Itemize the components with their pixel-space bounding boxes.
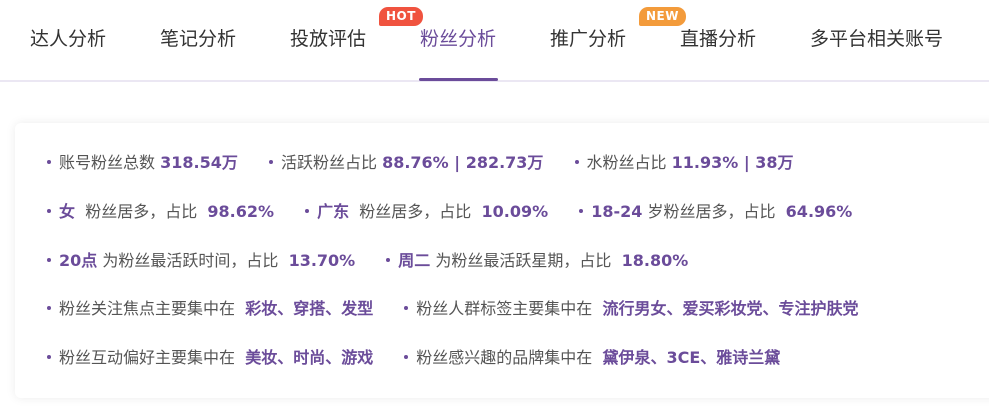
stat-value: 88.76% | 282.73万 xyxy=(382,153,544,172)
tab-multi-platform-accounts[interactable]: 多平台相关账号 xyxy=(810,27,943,51)
stat-value: 女 xyxy=(59,202,76,221)
stat-percent: 98.62% xyxy=(207,202,275,221)
stat-region: 广东 粉丝居多，占比 10.09% xyxy=(305,200,548,224)
bullet-dot xyxy=(386,257,391,262)
bullet-dot xyxy=(47,208,51,213)
stat-total-fans: 账号粉丝总数 318.54万 xyxy=(47,151,238,175)
stat-audience-tags: 粉丝人群标签主要集中在 流行男女、爱买彩妆党、专注护肤党 xyxy=(404,297,859,321)
stats-row-preferences: 粉丝互动偏好主要集中在 美妆、时尚、游戏 粉丝感兴趣的品牌集中在 黛伊泉、3CE… xyxy=(47,346,806,370)
stat-percent: 10.09% xyxy=(481,202,549,221)
stat-value: 20点 xyxy=(59,251,98,270)
stat-label: 活跃粉丝占比 xyxy=(280,153,377,172)
stat-label: 为粉丝最活跃时间，占比 xyxy=(102,251,279,270)
tab-promotion-analysis[interactable]: 推广分析 xyxy=(550,27,626,51)
stats-row-activity: 20点 为粉丝最活跃时间，占比 13.70% 周二 为粉丝最活跃星期，占比 18… xyxy=(47,249,714,273)
stat-value: 黛伊泉、3CE、雅诗兰黛 xyxy=(602,348,781,367)
stat-value: 318.54万 xyxy=(160,153,238,172)
bullet-dot xyxy=(47,305,51,310)
tab-live-analysis[interactable]: 直播分析 xyxy=(680,27,756,51)
stat-label: 粉丝互动偏好主要集中在 xyxy=(59,348,236,367)
stat-value: 流行男女、爱买彩妆党、专注护肤党 xyxy=(602,299,859,318)
bullet-dot xyxy=(404,354,409,359)
bullet-dot xyxy=(305,208,310,213)
stat-gender: 女 粉丝居多，占比 98.62% xyxy=(47,200,274,224)
bullet-dot xyxy=(268,159,273,164)
stat-interaction-preference: 粉丝互动偏好主要集中在 美妆、时尚、游戏 xyxy=(47,346,373,370)
stat-value: 广东 xyxy=(317,202,350,221)
stats-row-interests: 粉丝关注焦点主要集中在 彩妆、穿搭、发型 粉丝人群标签主要集中在 流行男女、爱买… xyxy=(47,297,885,321)
fan-summary-card: 账号粉丝总数 318.54万 活跃粉丝占比 88.76% | 282.73万 水… xyxy=(15,123,989,398)
stat-active-weekday: 周二 为粉丝最活跃星期，占比 18.80% xyxy=(386,249,688,273)
stat-label: 水粉丝占比 xyxy=(586,153,667,172)
bullet-dot xyxy=(579,208,584,213)
stat-focus-topics: 粉丝关注焦点主要集中在 彩妆、穿搭、发型 xyxy=(47,297,373,321)
new-badge: NEW xyxy=(639,7,686,26)
stat-label: 粉丝感兴趣的品牌集中在 xyxy=(416,348,593,367)
stat-label: 粉丝关注焦点主要集中在 xyxy=(59,299,236,318)
stat-percent: 13.70% xyxy=(288,251,356,270)
stat-percent: 18.80% xyxy=(621,251,689,270)
bullet-dot xyxy=(47,257,51,262)
tab-bar: 达人分析 笔记分析 投放评估 HOT 粉丝分析 推广分析 NEW 直播分析 多平… xyxy=(0,0,989,82)
bullet-dot xyxy=(47,159,51,164)
stat-label: 粉丝居多，占比 xyxy=(85,202,198,221)
stat-value: 彩妆、穿搭、发型 xyxy=(245,299,374,318)
stats-row-totals: 账号粉丝总数 318.54万 活跃粉丝占比 88.76% | 282.73万 水… xyxy=(47,151,820,175)
stat-active-hour: 20点 为粉丝最活跃时间，占比 13.70% xyxy=(47,249,355,273)
stat-value: 美妆、时尚、游戏 xyxy=(245,348,374,367)
stat-value: 18-24 xyxy=(591,202,643,221)
hot-badge: HOT xyxy=(379,7,423,26)
tab-fan-analysis[interactable]: 粉丝分析 xyxy=(420,27,496,51)
stat-percent: 64.96% xyxy=(785,202,853,221)
stat-fake-fans: 水粉丝占比 11.93% | 38万 xyxy=(574,151,794,175)
tab-note-analysis[interactable]: 笔记分析 xyxy=(160,27,236,51)
stat-value: 周二 xyxy=(398,251,431,270)
stat-label: 账号粉丝总数 xyxy=(59,153,156,172)
active-tab-indicator xyxy=(419,78,498,81)
bullet-dot xyxy=(404,305,409,310)
bullet-dot xyxy=(574,159,579,164)
bullet-dot xyxy=(47,354,51,359)
stat-label: 粉丝人群标签主要集中在 xyxy=(416,299,593,318)
stat-label: 岁粉丝居多，占比 xyxy=(647,202,776,221)
tab-placement-evaluation[interactable]: 投放评估 xyxy=(290,27,366,51)
stat-age: 18-24 岁粉丝居多，占比 64.96% xyxy=(579,200,852,224)
tab-influencer-analysis[interactable]: 达人分析 xyxy=(30,27,106,51)
stat-label: 粉丝居多，占比 xyxy=(359,202,472,221)
stat-value: 11.93% | 38万 xyxy=(671,153,794,172)
stats-row-demographics: 女 粉丝居多，占比 98.62% 广东 粉丝居多，占比 10.09% 18-24… xyxy=(47,200,878,224)
stat-active-fans: 活跃粉丝占比 88.76% | 282.73万 xyxy=(268,151,544,175)
stat-brand-interest: 粉丝感兴趣的品牌集中在 黛伊泉、3CE、雅诗兰黛 xyxy=(404,346,780,370)
stat-label: 为粉丝最活跃星期，占比 xyxy=(435,251,612,270)
